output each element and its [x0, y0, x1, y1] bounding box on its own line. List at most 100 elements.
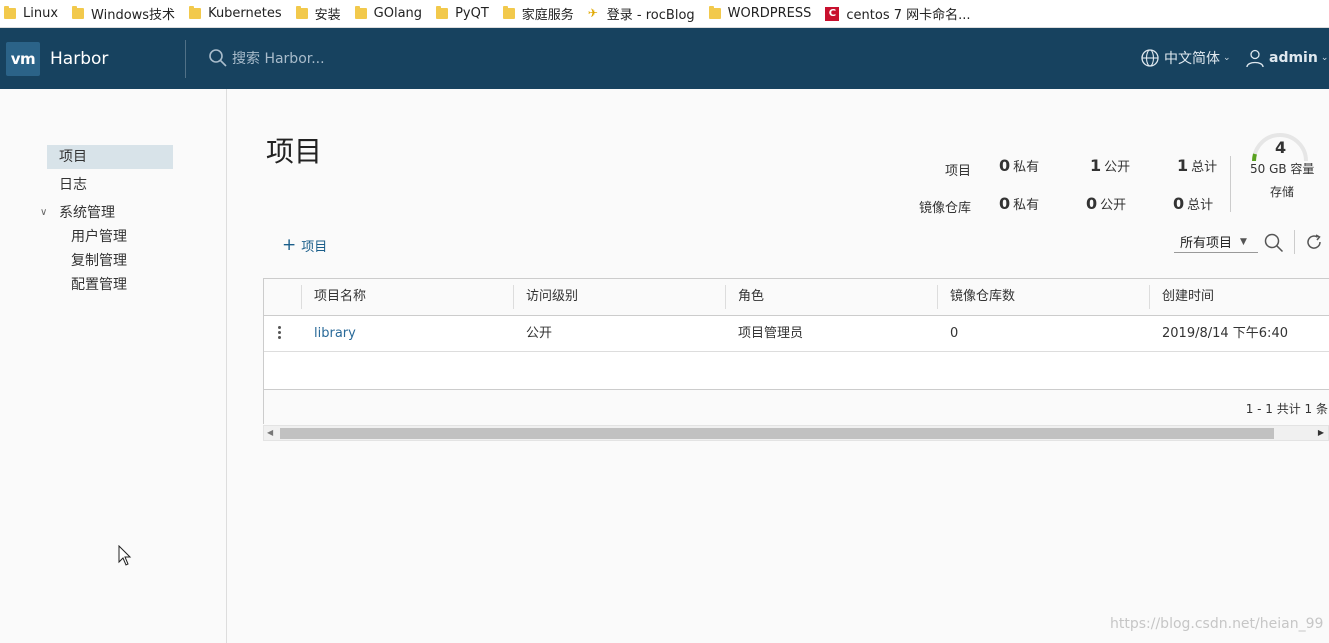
project-role: 项目管理员: [738, 326, 804, 341]
stats-repos-label: 镜像仓库: [918, 201, 971, 216]
column-header-name[interactable]: 项目名称: [302, 279, 366, 316]
row-actions-icon[interactable]: [278, 326, 282, 341]
project-access-level: 公开: [526, 326, 553, 341]
stat-number: 0: [1173, 194, 1185, 213]
bookmark-label: centos 7 网卡命名...: [846, 8, 971, 23]
sidebar-item-projects[interactable]: 项目: [47, 145, 173, 169]
bookmark-windows[interactable]: Windows技术: [72, 0, 189, 28]
user-menu[interactable]: admin ⌄: [1245, 48, 1328, 68]
column-header-access[interactable]: 访问级别: [514, 279, 578, 316]
sidebar: 项目 日志 ∨ 系统管理 用户管理 复制管理 配置管理: [0, 89, 227, 643]
storage-label: 存储: [1270, 185, 1295, 199]
search-icon: [209, 49, 227, 67]
chevron-down-icon: ▼: [1240, 236, 1247, 247]
project-name-link[interactable]: library: [302, 316, 356, 352]
bookmark-label: Windows技术: [91, 8, 176, 23]
bookmark-golang[interactable]: GOlang: [354, 0, 436, 28]
sidebar-item-users[interactable]: 用户管理: [71, 225, 127, 249]
stat-label: 私有: [1013, 160, 1040, 175]
add-project-label: 项目: [301, 240, 328, 255]
app-header: vm Harbor 搜索 Harbor... 中文简体 ⌄ admin ⌄: [0, 28, 1329, 89]
stat-number: 1: [1090, 156, 1102, 175]
scrollbar-thumb[interactable]: [280, 428, 1274, 439]
projects-table: 项目名称 访问级别 角色 镜像仓库数 创建时间 library 公开 项目管理员…: [263, 278, 1329, 425]
search-icon[interactable]: [1264, 233, 1284, 253]
sidebar-item-configuration[interactable]: 配置管理: [71, 273, 127, 297]
stat-number: 1: [1177, 156, 1189, 175]
folder-icon: [502, 6, 515, 19]
folder-icon: [4, 6, 16, 19]
project-filter-select[interactable]: 所有项目 ▼: [1174, 231, 1258, 253]
brand-title[interactable]: Harbor: [50, 49, 108, 69]
mouse-cursor-icon: [118, 545, 132, 566]
bookmark-pyqt[interactable]: PyQT: [436, 0, 503, 28]
bookmark-kubernetes[interactable]: Kubernetes: [189, 0, 296, 28]
toolbar-divider: [1294, 230, 1295, 254]
sidebar-item-system-admin[interactable]: ∨ 系统管理: [40, 201, 115, 225]
globe-icon: [1141, 49, 1159, 67]
column-header-created[interactable]: 创建时间: [1150, 279, 1214, 316]
pagination-summary: 1 - 1 共计 1 条: [1245, 402, 1328, 416]
stat-label: 公开: [1100, 198, 1127, 213]
rocblog-icon: ✈: [587, 6, 598, 20]
table-row[interactable]: library 公开 项目管理员 0 2019/8/14 下午6:40: [264, 316, 1329, 352]
chevron-down-icon: ⌄: [1223, 53, 1231, 63]
language-selector[interactable]: 中文简体 ⌄: [1140, 48, 1231, 68]
column-header-role[interactable]: 角色: [726, 279, 764, 316]
sidebar-item-label: 系统管理: [59, 205, 115, 221]
bookmark-centos[interactable]: Ccentos 7 网卡命名...: [825, 0, 984, 28]
plus-icon: +: [282, 235, 297, 255]
folder-icon: [436, 6, 449, 19]
chevron-down-icon: ∨: [40, 207, 48, 218]
refresh-icon[interactable]: [1305, 233, 1323, 251]
stat-projects-public: 1 公开: [1090, 156, 1130, 175]
sidebar-item-replication[interactable]: 复制管理: [71, 249, 127, 273]
bookmark-label: GOlang: [373, 6, 423, 21]
search-placeholder: 搜索 Harbor...: [232, 51, 325, 67]
folder-icon: [189, 6, 202, 19]
project-created-time: 2019/8/14 下午6:40: [1162, 326, 1288, 341]
stat-label: 总计: [1191, 160, 1218, 175]
header-divider: [185, 40, 186, 78]
scroll-left-icon[interactable]: ◀: [267, 428, 273, 437]
vmware-logo[interactable]: vm: [6, 41, 40, 76]
bookmark-home-service[interactable]: 家庭服务: [502, 0, 588, 28]
bookmark-linux[interactable]: Linux: [4, 0, 72, 28]
stat-label: 私有: [1013, 198, 1040, 213]
bookmark-label: PyQT: [455, 6, 489, 21]
stat-repos-private: 0 私有: [999, 194, 1039, 213]
stat-number: 0: [999, 156, 1011, 175]
table-footer: 1 - 1 共计 1 条: [264, 389, 1329, 425]
folder-icon: [72, 6, 85, 19]
user-name: admin: [1269, 50, 1318, 66]
search-input[interactable]: 搜索 Harbor...: [208, 48, 325, 68]
sidebar-item-logs[interactable]: 日志: [59, 173, 87, 197]
storage-count: 4: [1275, 138, 1287, 157]
bookmark-wordpress[interactable]: WORDPRESS: [708, 0, 826, 28]
project-repo-count: 0: [950, 326, 959, 341]
bookmark-install[interactable]: 安装: [295, 0, 355, 28]
watermark: https://blog.csdn.net/heian_99: [1110, 616, 1324, 632]
bookmark-rocblog[interactable]: ✈ 登录 - rocBlog: [588, 0, 709, 28]
stats-projects-label: 项目: [944, 164, 971, 179]
stats-divider: [1230, 156, 1231, 212]
horizontal-scrollbar[interactable]: ◀ ▶: [263, 425, 1329, 441]
stat-projects-private: 0 私有: [999, 156, 1039, 175]
add-project-button[interactable]: + 项目: [282, 235, 328, 256]
language-label: 中文简体: [1164, 51, 1220, 67]
storage-capacity: 50 GB 容量: [1250, 162, 1315, 176]
page-title: 项目: [266, 135, 323, 168]
stat-number: 0: [999, 194, 1011, 213]
folder-icon: [295, 6, 308, 19]
chevron-down-icon: ⌄: [1320, 53, 1329, 63]
column-header-repo-count[interactable]: 镜像仓库数: [938, 279, 1015, 316]
stat-label: 总计: [1187, 198, 1214, 213]
stat-projects-total: 1 总计: [1177, 156, 1217, 175]
bookmark-label: WORDPRESS: [727, 6, 812, 21]
bookmark-label: Kubernetes: [208, 6, 282, 21]
filter-value: 所有项目: [1180, 236, 1233, 251]
folder-icon: [708, 6, 721, 19]
bookmarks-bar: Linux Windows技术 Kubernetes 安装 GOlang PyQ…: [0, 0, 1329, 28]
bookmark-label: 安装: [314, 8, 341, 23]
scroll-right-icon[interactable]: ▶: [1318, 428, 1324, 437]
